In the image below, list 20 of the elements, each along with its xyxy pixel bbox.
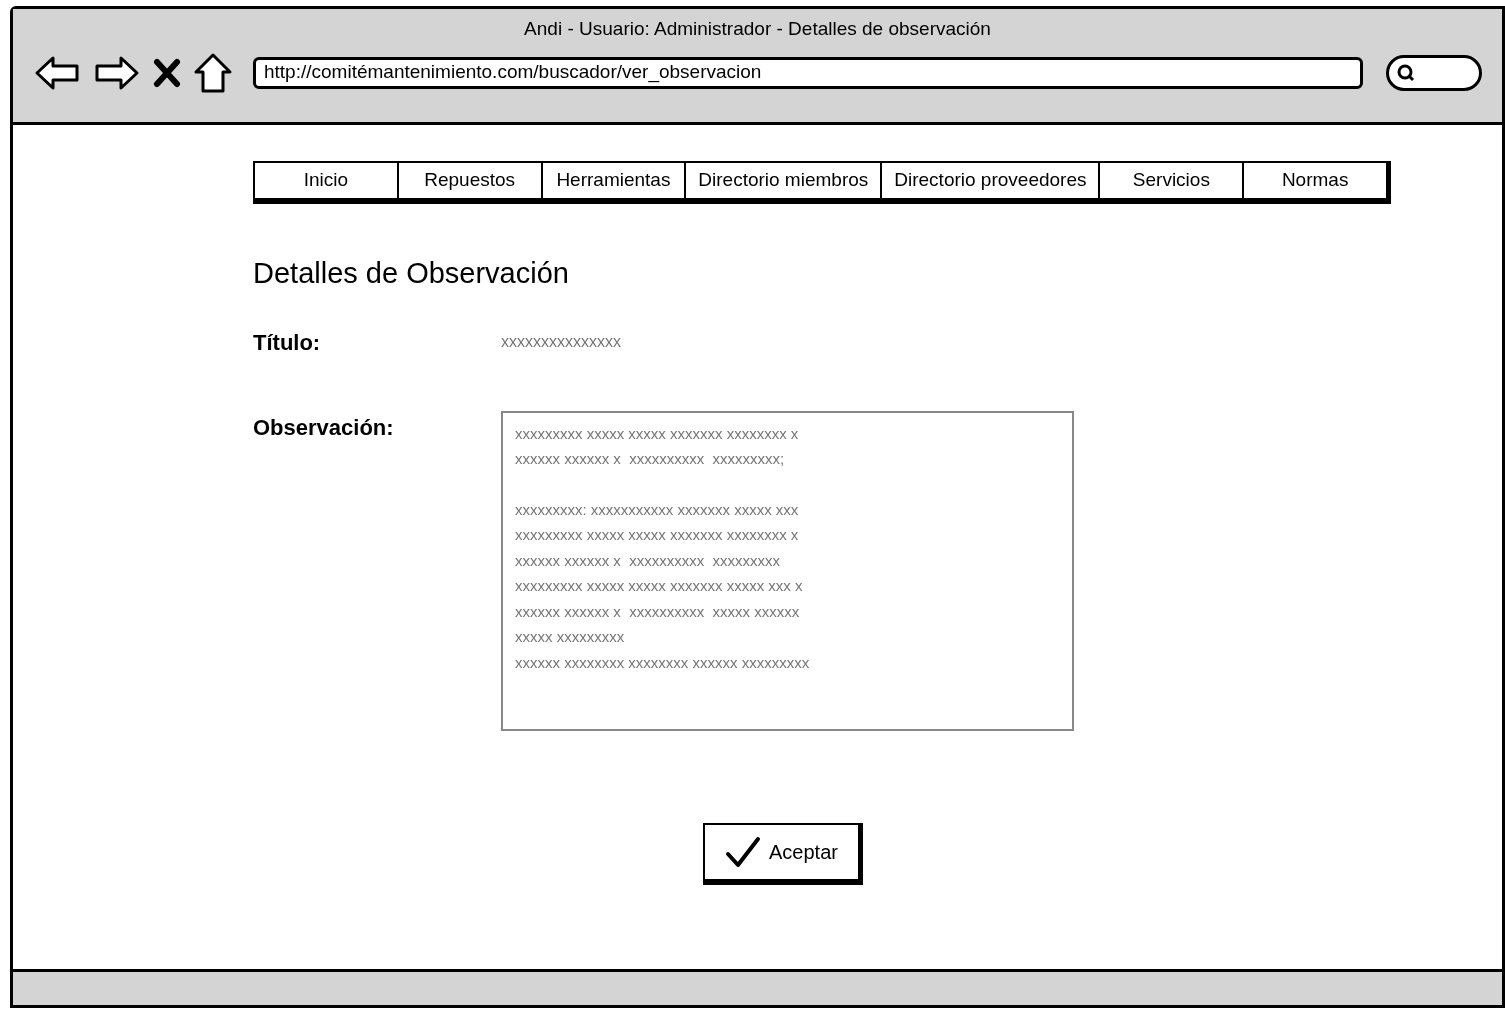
field-value: xxxxxxxxxxxxxxx	[501, 332, 621, 352]
accept-button[interactable]: Aceptar	[703, 822, 863, 885]
home-icon[interactable]	[193, 51, 233, 94]
nav-tab[interactable]: Repuestos	[396, 163, 541, 198]
field-label: Título:	[253, 328, 322, 357]
close-icon[interactable]	[153, 57, 181, 88]
page-heading: Detalles de Observación	[253, 255, 570, 290]
address-field[interactable]: http://comitémantenimiento.com/buscador/ver_observacion	[253, 56, 1363, 89]
nav-tab[interactable]: Directorio miembros	[684, 163, 881, 198]
nav-tab[interactable]: Inicio	[255, 163, 397, 198]
search-icon	[1397, 63, 1415, 82]
checkmark-icon	[725, 835, 761, 868]
field-label: Observación:	[253, 413, 395, 442]
observation-text-area[interactable]: xxxxxxxxx xxxxx xxxxx xxxxxxx xxxxxxxx x xxxxxx xxxxxx x xxxxxxxxxx xxxxxxxxx; xxxxxxxxx: xxxxxxxxxxx xxxxxxx xxxxx xxx xxxxxxxxx xxxxx xxxxx xxxxxxx xxxxxxxx x xxxxxx xxxxxx x xxxxxxxxxx xxxxxxxxx xxxxxxxxx xxxxx xxxxx xxxxxxx xxxxx xxx x xxxxxx xxxxxx x xxxxxxxxxx xxxxx xxxxxx xxxxx xxxxxxxxx xxxxxx xxxxxxxx xxxxxxxx xxxxxx xxxxxxxxx	[501, 410, 1074, 731]
window-title: Andi - Usuario: Administrador - Detalles de observación	[523, 17, 992, 41]
nav-tab[interactable]: Directorio proveedores	[880, 163, 1099, 198]
nav-tab[interactable]: Herramientas	[540, 163, 685, 198]
nav-tab[interactable]: Normas	[1242, 163, 1386, 198]
nav-tab[interactable]: Servicios	[1098, 163, 1243, 198]
search-field[interactable]	[1386, 54, 1482, 91]
